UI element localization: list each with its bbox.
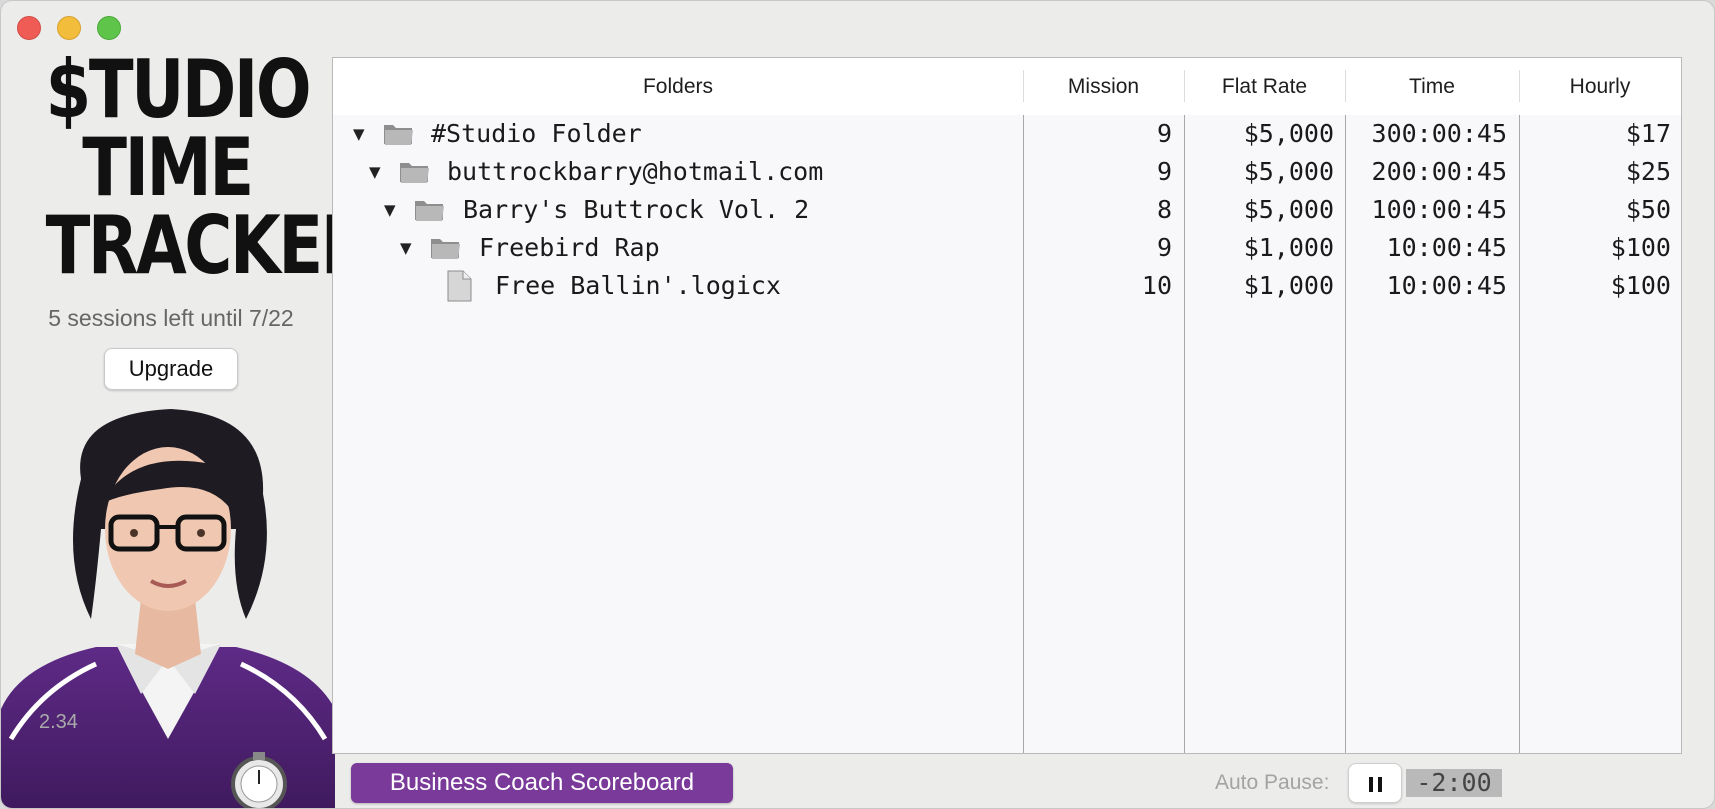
column-divider[interactable]	[1184, 115, 1185, 753]
auto-pause-countdown: -2:00	[1406, 769, 1502, 797]
empty-row	[333, 723, 1681, 753]
folder-icon	[384, 125, 413, 145]
table-header: Folders Mission Flat Rate Time Hourly	[333, 58, 1681, 116]
logo-line: TIME	[82, 121, 254, 214]
disclosure-triangle-icon[interactable]: ▼	[353, 115, 365, 153]
mission-cell: 9	[1156, 157, 1172, 186]
version-label: 2.34	[39, 711, 78, 733]
header-separator	[1345, 70, 1346, 102]
time-cell: 10:00:45	[1386, 233, 1507, 262]
empty-row	[333, 609, 1681, 648]
table-row[interactable]: ▼ #Studio Folder 9 $5,000 300:00:45 $17	[333, 115, 1681, 154]
auto-pause-label: Auto Pause:	[1215, 771, 1330, 794]
row-name: Barry's Buttrock Vol. 2	[463, 195, 810, 224]
empty-row	[333, 305, 1681, 344]
table-row[interactable]: ▼ buttrockbarry@hotmail.com 9 $5,000 200…	[333, 153, 1681, 192]
time-cell: 10:00:45	[1386, 271, 1507, 300]
column-header-time[interactable]: Time	[1345, 58, 1519, 115]
pause-icon	[1378, 777, 1382, 792]
app-window: $TUDIO TIME TRACKER 5 sessions left unti…	[0, 0, 1715, 809]
time-cell: 300:00:45	[1371, 119, 1507, 148]
header-separator	[1184, 70, 1185, 102]
flat-rate-cell: $1,000	[1243, 271, 1334, 300]
row-name: #Studio Folder	[431, 119, 642, 148]
mission-cell: 9	[1156, 119, 1172, 148]
empty-row	[333, 571, 1681, 610]
app-logo: $TUDIO TIME TRACKER	[45, 43, 372, 292]
column-divider[interactable]	[1023, 115, 1024, 753]
row-name: Freebird Rap	[479, 233, 660, 262]
business-coach-avatar	[1, 409, 335, 808]
logic-file-icon	[447, 270, 472, 302]
business-coach-scoreboard-button[interactable]: Business Coach Scoreboard	[351, 763, 733, 803]
table-row[interactable]: ▼ Freebird Rap 9 $1,000 10:00:45 $100	[333, 229, 1681, 268]
time-cell: 200:00:45	[1371, 157, 1507, 186]
empty-row	[333, 533, 1681, 572]
header-separator	[1023, 70, 1024, 102]
empty-row	[333, 685, 1681, 724]
logo-line: $TUDIO	[45, 43, 312, 136]
flat-rate-cell: $1,000	[1243, 233, 1334, 262]
sessions-remaining-text: 5 sessions left until 7/22	[48, 305, 294, 331]
table-row[interactable]: ▼ Barry's Buttrock Vol. 2 8 $5,000 100:0…	[333, 191, 1681, 230]
row-name: Free Ballin'.logicx	[495, 271, 781, 300]
empty-row	[333, 343, 1681, 382]
flat-rate-cell: $5,000	[1243, 195, 1334, 224]
empty-row	[333, 419, 1681, 458]
folder-icon	[415, 201, 444, 221]
empty-row	[333, 495, 1681, 534]
hourly-cell: $50	[1625, 195, 1671, 224]
mission-cell: 9	[1156, 233, 1172, 262]
table-body: ▼ #Studio Folder 9 $5,000 300:00:45 $17 …	[333, 115, 1681, 753]
disclosure-triangle-icon[interactable]: ▼	[400, 229, 412, 267]
column-header-folders[interactable]: Folders	[333, 58, 1023, 115]
folder-icon	[431, 239, 460, 259]
flat-rate-cell: $5,000	[1243, 157, 1334, 186]
flat-rate-cell: $5,000	[1243, 119, 1334, 148]
empty-row	[333, 381, 1681, 420]
logo-line: TRACKER	[45, 199, 372, 292]
hourly-cell: $25	[1625, 157, 1671, 186]
mission-cell: 10	[1141, 271, 1172, 300]
disclosure-triangle-icon[interactable]: ▼	[369, 153, 381, 191]
hourly-cell: $100	[1610, 233, 1671, 262]
disclosure-triangle-icon[interactable]: ▼	[384, 191, 396, 229]
hourly-cell: $17	[1625, 119, 1671, 148]
time-cell: 100:00:45	[1371, 195, 1507, 224]
pause-button[interactable]	[1348, 763, 1402, 803]
pause-icon	[1369, 777, 1373, 792]
folder-icon	[400, 163, 429, 183]
upgrade-button[interactable]: Upgrade	[104, 348, 238, 390]
sidebar: $TUDIO TIME TRACKER 5 sessions left unti…	[1, 1, 372, 808]
column-header-mission[interactable]: Mission	[1023, 58, 1184, 115]
empty-row	[333, 457, 1681, 496]
mission-cell: 8	[1156, 195, 1172, 224]
row-name: buttrockbarry@hotmail.com	[447, 157, 824, 186]
column-divider[interactable]	[1345, 115, 1346, 753]
column-header-flat-rate[interactable]: Flat Rate	[1184, 58, 1345, 115]
column-divider[interactable]	[1519, 115, 1520, 753]
hourly-cell: $100	[1610, 271, 1671, 300]
empty-row	[333, 647, 1681, 686]
header-separator	[1519, 70, 1520, 102]
column-header-hourly[interactable]: Hourly	[1519, 58, 1681, 115]
table-row[interactable]: Free Ballin'.logicx 10 $1,000 10:00:45 $…	[333, 267, 1681, 306]
folders-table[interactable]: Folders Mission Flat Rate Time Hourly ▼ …	[332, 57, 1682, 754]
